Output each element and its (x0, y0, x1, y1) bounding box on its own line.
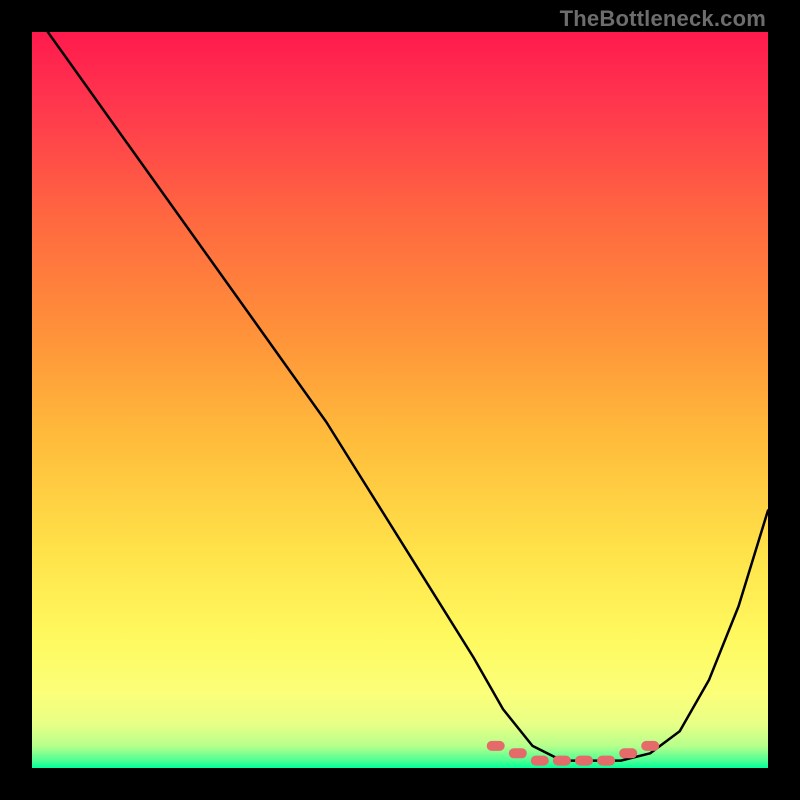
heat-gradient-background (32, 32, 768, 768)
chart-frame: TheBottleneck.com (0, 0, 800, 800)
watermark-text: TheBottleneck.com (560, 6, 766, 32)
plot-area (32, 32, 768, 768)
